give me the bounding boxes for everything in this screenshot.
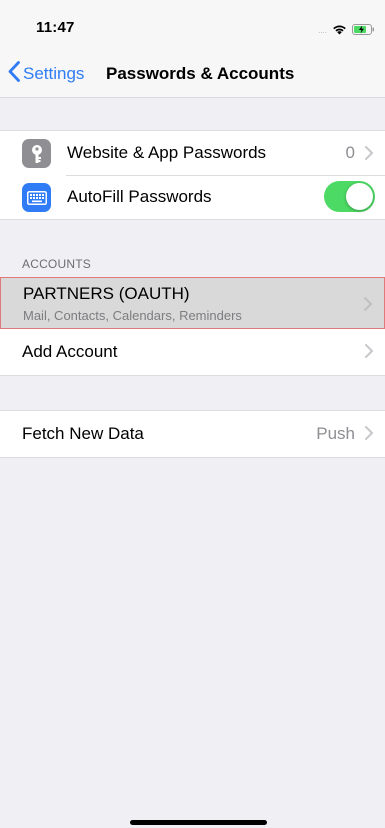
wifi-icon	[332, 22, 347, 40]
chevron-right-icon	[365, 146, 373, 165]
key-icon	[22, 139, 51, 168]
status-bar: 11:47 ....	[0, 0, 385, 50]
account-row-partners[interactable]: PARTNERS (OAUTH) Mail, Contacts, Calenda…	[0, 277, 385, 329]
chevron-right-icon	[365, 426, 373, 445]
autofill-passwords-row: AutoFill Passwords	[0, 175, 385, 219]
fetch-mode-value: Push	[316, 424, 355, 443]
navigation-bar: Settings Passwords & Accounts	[0, 50, 385, 98]
account-services: Mail, Contacts, Calendars, Reminders	[23, 308, 242, 323]
keyboard-icon	[22, 183, 51, 212]
fetch-new-data-label: Fetch New Data	[22, 424, 144, 443]
add-account-row[interactable]: Add Account	[0, 329, 385, 376]
autofill-passwords-label: AutoFill Passwords	[67, 187, 212, 206]
passwords-group: Website & App Passwords 0 AutoFill Passw…	[0, 130, 385, 220]
fetch-new-data-row[interactable]: Fetch New Data Push	[0, 410, 385, 458]
account-name: PARTNERS (OAUTH)	[23, 284, 190, 303]
chevron-right-icon	[365, 344, 373, 363]
back-button[interactable]: Settings	[8, 61, 85, 87]
toggle-knob	[346, 183, 373, 210]
back-label: Settings	[23, 64, 85, 83]
autofill-passwords-toggle[interactable]	[324, 181, 375, 212]
page-title: Passwords & Accounts	[106, 64, 295, 83]
website-app-passwords-row[interactable]: Website & App Passwords 0	[0, 131, 385, 175]
accounts-section-header: ACCOUNTS	[22, 257, 91, 271]
home-indicator[interactable]	[130, 820, 267, 825]
website-app-passwords-label: Website & App Passwords	[67, 143, 267, 162]
chevron-left-icon	[8, 61, 20, 87]
passwords-count: 0	[345, 143, 355, 162]
chevron-right-icon	[364, 297, 372, 316]
status-icons: ....	[318, 22, 375, 40]
battery-charging-icon	[352, 22, 375, 40]
status-time: 11:47	[36, 19, 75, 36]
cellular-signal-icon: ....	[318, 26, 327, 35]
add-account-label: Add Account	[22, 342, 118, 361]
